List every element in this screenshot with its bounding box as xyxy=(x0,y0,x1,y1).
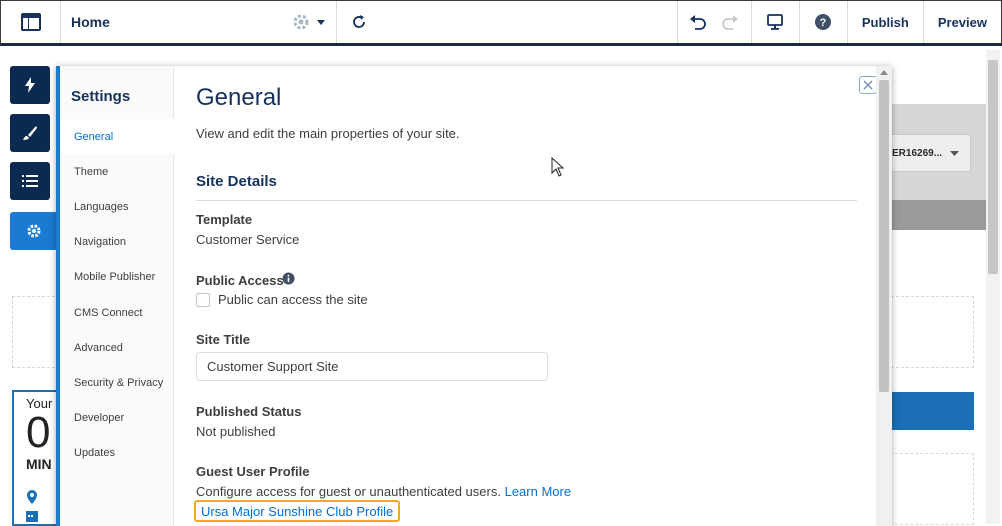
undo-icon[interactable] xyxy=(689,14,707,30)
device-preview-button[interactable] xyxy=(752,1,800,43)
app-launcher-button[interactable] xyxy=(1,1,61,43)
svg-text:?: ? xyxy=(820,17,827,29)
settings-button[interactable] xyxy=(10,212,58,250)
undo-redo-group xyxy=(678,1,752,43)
info-icon[interactable] xyxy=(282,272,295,285)
page-name: Home xyxy=(71,14,110,30)
page-scrollbar-thumb[interactable] xyxy=(988,60,998,274)
public-access-checkbox-label: Public can access the site xyxy=(218,292,368,307)
public-access-label: Public Access xyxy=(196,273,284,288)
lightning-icon xyxy=(25,77,35,93)
page-selector[interactable]: Home xyxy=(61,1,337,43)
calendar-icon xyxy=(26,511,38,522)
top-toolbar: Home ? Publish Preview xyxy=(0,0,1002,46)
site-title-label: Site Title xyxy=(196,332,250,347)
settings-nav-item-general[interactable]: General xyxy=(60,119,174,155)
settings-nav-item-security-privacy[interactable]: Security & Privacy xyxy=(60,365,174,400)
panel-scrollbar-thumb[interactable] xyxy=(879,80,889,392)
settings-nav: Settings General Theme Languages Navigat… xyxy=(60,66,174,526)
settings-content: General View and edit the main propertie… xyxy=(192,66,878,526)
settings-nav-item-navigation[interactable]: Navigation xyxy=(60,225,174,260)
page-structure-button[interactable] xyxy=(10,162,50,200)
help-icon: ? xyxy=(815,14,832,30)
location-pin-icon xyxy=(27,490,37,504)
canvas-dark-band xyxy=(890,200,986,230)
refresh-icon xyxy=(353,15,365,28)
settings-nav-item-languages[interactable]: Languages xyxy=(60,189,174,224)
caret-down-icon[interactable] xyxy=(316,17,326,27)
settings-nav-item-theme[interactable]: Theme xyxy=(60,154,174,189)
section-title: Site Details xyxy=(196,173,277,190)
settings-nav-item-cms-connect[interactable]: CMS Connect xyxy=(60,295,174,330)
components-button[interactable] xyxy=(10,66,50,104)
public-access-checkbox[interactable] xyxy=(196,292,210,307)
paintbrush-icon xyxy=(23,126,37,140)
published-status-label: Published Status xyxy=(196,404,302,419)
canvas-user-dropdown[interactable]: ER16269... xyxy=(885,134,971,172)
theme-button[interactable] xyxy=(10,114,50,152)
refresh-button[interactable] xyxy=(337,1,381,43)
published-status-value: Not published xyxy=(196,424,276,439)
help-button[interactable]: ? xyxy=(800,1,848,43)
settings-nav-item-advanced[interactable]: Advanced xyxy=(60,330,174,365)
toolbar-spacer xyxy=(381,1,678,43)
layout-icon xyxy=(20,13,41,31)
page-subtitle: View and edit the main properties of you… xyxy=(196,126,460,141)
template-value: Customer Service xyxy=(196,232,300,247)
caret-down-icon xyxy=(950,151,960,156)
mouse-cursor-icon xyxy=(551,157,565,177)
settings-panel: Settings General Theme Languages Navigat… xyxy=(56,66,892,526)
learn-more-link[interactable]: Learn More xyxy=(505,484,571,499)
canvas-blue-banner xyxy=(890,392,974,430)
gear-icon[interactable] xyxy=(292,13,310,31)
desktop-icon xyxy=(767,14,784,30)
scroll-up-icon[interactable] xyxy=(879,68,889,76)
settings-nav-item-mobile-publisher[interactable]: Mobile Publisher xyxy=(60,260,174,295)
site-title-input[interactable] xyxy=(196,352,548,381)
canvas-dropdown-text: ER16269... xyxy=(892,147,943,159)
settings-nav-item-developer[interactable]: Developer xyxy=(60,401,174,436)
public-access-option[interactable]: Public can access the site xyxy=(196,292,368,307)
settings-title: Settings xyxy=(71,88,131,105)
page-title: General xyxy=(196,84,282,111)
publish-button[interactable]: Publish xyxy=(847,1,924,43)
canvas-drop-zone xyxy=(890,453,974,525)
guest-profile-label: Guest User Profile xyxy=(196,464,310,479)
close-button[interactable] xyxy=(859,76,877,94)
guest-profile-link[interactable]: Ursa Major Sunshine Club Profile xyxy=(194,500,401,522)
canvas-card-number: 0 xyxy=(26,408,51,457)
template-label: Template xyxy=(196,212,253,227)
preview-button[interactable]: Preview xyxy=(923,1,1001,43)
gear-icon xyxy=(27,224,41,238)
redo-icon[interactable] xyxy=(721,14,739,30)
settings-nav-item-updates[interactable]: Updates xyxy=(60,436,174,471)
settings-nav-list: General Theme Languages Navigation Mobil… xyxy=(60,119,174,471)
section-divider xyxy=(196,200,857,201)
canvas-card-unit: MIN xyxy=(26,456,52,472)
close-icon xyxy=(863,80,873,90)
list-icon xyxy=(22,175,38,187)
guest-profile-desc-text: Configure access for guest or unauthenti… xyxy=(196,484,501,499)
guest-profile-description: Configure access for guest or unauthenti… xyxy=(196,484,571,499)
